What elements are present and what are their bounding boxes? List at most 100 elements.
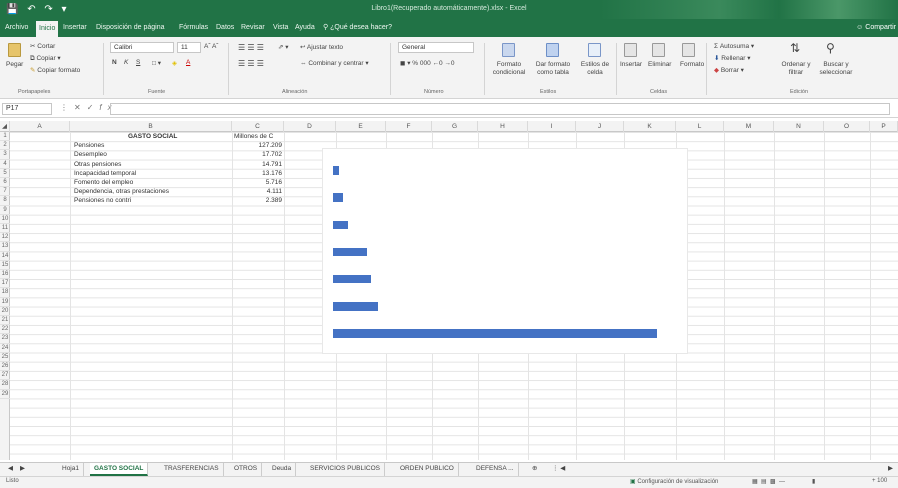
column-header-a[interactable]: A	[10, 121, 70, 132]
table-row-label[interactable]: Pensiones no contri	[74, 196, 131, 205]
row-header[interactable]: 3	[0, 150, 10, 160]
format-table-icon[interactable]	[546, 43, 559, 57]
italic-button[interactable]: K	[124, 59, 128, 66]
font-name-select[interactable]: Calibri	[110, 42, 174, 53]
underline-button[interactable]: S	[136, 59, 140, 66]
bar-chart[interactable]	[322, 148, 688, 354]
row-header[interactable]: 12	[0, 233, 10, 243]
fill-button[interactable]: ⬇ Rellenar ▾	[714, 54, 751, 62]
chart-bar[interactable]	[333, 193, 344, 203]
cut-button[interactable]: ✂ Cortar	[30, 42, 55, 50]
tab-data[interactable]: Datos	[213, 19, 237, 37]
column-header-n[interactable]: N	[774, 121, 824, 132]
chart-bar[interactable]	[333, 301, 379, 311]
column-header-b[interactable]: B	[70, 121, 232, 132]
share-button[interactable]: ☺ Compartir	[856, 19, 896, 37]
column-header-f[interactable]: F	[386, 121, 432, 132]
row-header[interactable]: 2	[0, 141, 10, 151]
chart-bar[interactable]	[333, 329, 657, 338]
column-header-i[interactable]: I	[528, 121, 576, 132]
row-header[interactable]: 24	[0, 344, 10, 353]
cell-styles-icon[interactable]	[588, 43, 601, 57]
cell-styles-button[interactable]: Estilos de celda	[578, 61, 612, 77]
row-header[interactable]: 28	[0, 380, 10, 390]
column-header-d[interactable]: D	[284, 121, 336, 132]
select-all-corner[interactable]: ◢	[0, 121, 10, 132]
row-header[interactable]: 14	[0, 252, 10, 261]
column-header-e[interactable]: E	[336, 121, 386, 132]
copy-button[interactable]: ⧉ Copiar ▾	[30, 54, 61, 63]
paste-icon[interactable]	[8, 43, 21, 57]
column-header-p[interactable]: P	[870, 121, 898, 132]
tell-me-search[interactable]: ⚲ ¿Qué desea hacer?	[320, 19, 395, 37]
row-header[interactable]: 6	[0, 178, 10, 188]
formula-input[interactable]	[110, 103, 890, 115]
bold-button[interactable]: N	[112, 59, 117, 66]
column-header-g[interactable]: G	[432, 121, 478, 132]
row-header[interactable]: 29	[0, 390, 10, 399]
table-row-value[interactable]: 13.176	[234, 169, 282, 178]
format-as-table-button[interactable]: Dar formato como tabla	[532, 61, 574, 77]
orientation-icon[interactable]: ⇗ ▾	[278, 43, 289, 51]
row-header[interactable]: 18	[0, 288, 10, 298]
tab-view[interactable]: Vista	[270, 19, 291, 37]
tab-page-layout[interactable]: Disposición de página	[93, 19, 168, 37]
delete-cells-button[interactable]: Eliminar	[648, 61, 671, 68]
table-row-label[interactable]: Pensiones	[74, 141, 104, 150]
insert-cells-icon[interactable]	[624, 43, 637, 57]
column-header-h[interactable]: H	[478, 121, 528, 132]
add-sheet-icon[interactable]: ⊕	[528, 463, 541, 476]
row-header[interactable]: 27	[0, 371, 10, 381]
sort-filter-button[interactable]: Ordenar y filtrar	[778, 61, 814, 77]
row-header[interactable]: 5	[0, 169, 10, 178]
sort-filter-icon[interactable]: ⇅	[790, 41, 800, 55]
borders-icon[interactable]: □ ▾	[152, 59, 161, 67]
font-color-icon[interactable]: A	[186, 59, 190, 66]
table-row-value[interactable]: 5.716	[234, 178, 282, 187]
row-header[interactable]: 20	[0, 307, 10, 316]
chart-bar[interactable]	[333, 166, 340, 175]
chart-bar[interactable]	[333, 274, 371, 284]
conditional-format-button[interactable]: Formato condicional	[490, 61, 528, 77]
table-row-label[interactable]: Dependencia, otras prestaciones	[74, 187, 169, 196]
table-row-label[interactable]: Incapacidad temporal	[74, 169, 136, 178]
tab-file[interactable]: Archivo	[2, 19, 31, 37]
row-header[interactable]: 15	[0, 261, 10, 270]
column-header-j[interactable]: J	[576, 121, 624, 132]
horizontal-scroll-left-icon[interactable]: ⋮ ◀	[548, 463, 569, 476]
row-header[interactable]: 8	[0, 196, 10, 206]
align-top-icon[interactable]: ☰ ☰ ☰	[238, 43, 264, 52]
row-header[interactable]: 4	[0, 160, 10, 169]
row-header[interactable]: 21	[0, 316, 10, 326]
table-row-value[interactable]: 14.791	[234, 160, 282, 169]
zoom-level[interactable]: + 100	[872, 478, 887, 484]
row-header[interactable]: 1	[0, 132, 10, 142]
tab-home[interactable]: Inicio	[36, 21, 59, 37]
autosum-button[interactable]: Σ Autosuma ▾	[714, 42, 754, 50]
chart-bar[interactable]	[333, 220, 348, 230]
cell-b1-header[interactable]: GASTO SOCIAL	[128, 132, 177, 141]
conditional-format-icon[interactable]	[502, 43, 515, 57]
table-row-label[interactable]: Otras pensiones	[74, 160, 121, 169]
sheet-tab-gasto-social[interactable]: GASTO SOCIAL	[90, 463, 149, 476]
wrap-text-button[interactable]: ↩ Ajustar texto	[300, 43, 343, 51]
row-header[interactable]: 11	[0, 224, 10, 234]
clear-button[interactable]: ◆ Borrar ▾	[714, 66, 744, 74]
row-header[interactable]: 9	[0, 206, 10, 215]
horizontal-scroll-right-icon[interactable]: ▶	[888, 463, 893, 476]
column-header-m[interactable]: M	[724, 121, 774, 132]
tab-insert[interactable]: Insertar	[60, 19, 90, 37]
sheet-tab-orden-publico[interactable]: ORDEN PUBLICO	[396, 463, 459, 476]
insert-cells-button[interactable]: Insertar	[620, 61, 642, 68]
zoom-slider[interactable]: ▮	[812, 478, 815, 485]
tab-formulas[interactable]: Fórmulas	[176, 19, 211, 37]
table-row-value[interactable]: 127.209	[234, 141, 283, 150]
column-header-c[interactable]: C	[232, 121, 284, 132]
sheet-tab-deuda[interactable]: Deuda	[268, 463, 297, 476]
formula-bar-icons[interactable]: ⋮✕✓fx	[60, 103, 118, 112]
delete-cells-icon[interactable]	[652, 43, 665, 57]
cell-c1-header[interactable]: Millones de C	[234, 132, 282, 141]
find-select-button[interactable]: Buscar y seleccionar	[816, 61, 856, 77]
row-header[interactable]: 16	[0, 270, 10, 280]
font-size-select[interactable]: 11	[177, 42, 201, 53]
